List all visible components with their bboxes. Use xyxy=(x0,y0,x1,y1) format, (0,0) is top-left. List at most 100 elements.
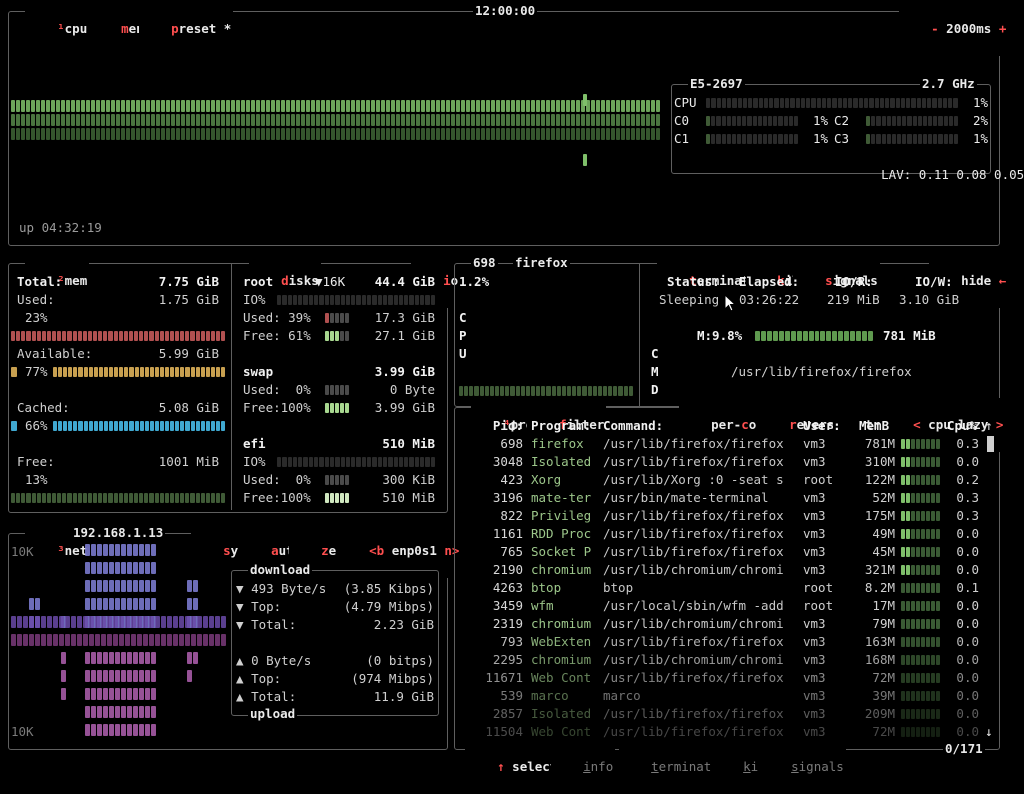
proc-detail-box: 698 firefox terminate kill signals hide … xyxy=(454,254,1009,407)
scroll-down-arrow-icon[interactable]: ↓ xyxy=(985,723,993,741)
meter-cell xyxy=(931,565,935,575)
net-graph-cell xyxy=(23,616,28,628)
table-row[interactable]: 11504 Web Cont/usr/lib/firefox/firefox vm3… xyxy=(455,723,985,741)
sort-next-button[interactable]: > xyxy=(996,417,1004,432)
net-graph-cell xyxy=(151,724,156,736)
net-graph-cell xyxy=(127,544,132,556)
table-row[interactable]: 1161 RDD Proc/usr/lib/firefox/firefox vm3 4… xyxy=(455,525,985,543)
table-row[interactable]: 2190 chromium/usr/lib/chromium/chromi vm3 3… xyxy=(455,561,985,579)
table-row[interactable]: 11671 Web Cont/usr/lib/firefox/firefox vm3… xyxy=(455,669,985,687)
cpu-graph-cell xyxy=(51,114,55,126)
meter-cell xyxy=(902,134,907,144)
cpu-graph-cell xyxy=(261,128,265,140)
table-row[interactable]: 2319 chromium/usr/lib/chromium/chromi vm3 7… xyxy=(455,615,985,633)
proc-cell-user: root xyxy=(803,472,834,487)
meter-cell xyxy=(154,367,159,377)
cpu-graph-cell xyxy=(91,128,95,140)
cpu-graph-cell xyxy=(81,128,85,140)
meter-cell xyxy=(88,367,93,377)
cpu-graph-cell xyxy=(236,114,240,126)
cpu-graph-cell xyxy=(536,128,540,140)
proc-cell-pid: 3196 xyxy=(492,490,523,505)
mem-free: 1001 MiB xyxy=(158,454,219,469)
proc-cell-command: btop xyxy=(603,580,634,595)
meter-cell xyxy=(901,637,905,647)
cpu-graph-cell xyxy=(396,128,400,140)
meter-cell xyxy=(165,421,170,431)
cpu-graph-cell xyxy=(266,100,270,112)
cpu-graph-cell xyxy=(41,128,45,140)
meter-cell xyxy=(77,493,82,503)
table-row[interactable]: 3459 wfm/usr/local/sbin/wfm -add root 17M 0.… xyxy=(455,597,985,615)
col-header-cpu[interactable]: Cpu% xyxy=(947,417,977,435)
cpu-graph-cell xyxy=(486,128,490,140)
meter-cell xyxy=(784,98,790,108)
table-row[interactable]: 539 marco marco vm3 39M 0.0 xyxy=(455,687,985,705)
proc-cell-program: marco xyxy=(531,688,569,703)
net-graph-cell xyxy=(113,616,118,628)
interval-control[interactable]: - 2000ms + xyxy=(899,2,1009,56)
cpu-graph-cell xyxy=(471,114,475,126)
table-row[interactable]: 3196 mate-ter/usr/bin/mate-terminal vm3 52M… xyxy=(455,489,985,507)
cpu-graph-cell xyxy=(281,100,285,112)
sort-prev-button[interactable]: < xyxy=(913,417,921,432)
col-header-command[interactable]: Command: xyxy=(603,417,663,435)
cpu-graph-cell xyxy=(61,114,65,126)
cpu-graph-cell xyxy=(581,114,585,126)
table-row[interactable]: 765 Socket P/usr/lib/firefox/firefox vm3 45… xyxy=(455,543,985,561)
table-row[interactable]: 423 Xorg/usr/lib/Xorg :0 -seat s root 122M 0… xyxy=(455,471,985,489)
proc-terminate-button[interactable]: terminate xyxy=(619,740,721,794)
cpu-graph-cell xyxy=(531,100,535,112)
cpu-graph-cell xyxy=(126,128,130,140)
net-graph-cell xyxy=(91,652,96,664)
table-row[interactable]: 822 Privileg/usr/lib/firefox/firefox vm3 17… xyxy=(455,507,985,525)
cpu-graph-cell xyxy=(311,128,315,140)
preset-button[interactable]: preset * xyxy=(139,2,234,56)
cpu-graph-cell xyxy=(136,114,140,126)
table-row[interactable]: 793 WebExten/usr/lib/firefox/firefox vm3 16… xyxy=(455,633,985,651)
meter-cell xyxy=(200,421,205,431)
proc-signals-button[interactable]: signals xyxy=(759,740,846,794)
meter-cell xyxy=(796,331,802,341)
meter-cell xyxy=(948,134,953,144)
prev-interface-button[interactable]: <b xyxy=(369,543,384,558)
net-graph-cell xyxy=(97,670,102,682)
table-row[interactable]: 698 firefox/usr/lib/firefox/firefox vm3 781… xyxy=(455,435,985,453)
col-header-program[interactable]: Program: xyxy=(531,417,591,435)
info-label: nfo xyxy=(590,759,614,774)
cpu-graph-cell xyxy=(256,128,260,140)
table-row[interactable]: 2857 Isolated/usr/lib/firefox/firefox vm3 2… xyxy=(455,705,985,723)
col-header-mem[interactable]: MemB xyxy=(859,417,889,435)
net-graph-cell xyxy=(151,544,156,556)
meter-cell xyxy=(52,493,57,503)
cpu-graph-cell xyxy=(251,114,255,126)
cpu-graph-cell xyxy=(591,114,595,126)
scrollbar-thumb[interactable] xyxy=(987,436,994,452)
cpu-graph-cell xyxy=(556,114,560,126)
cpu-graph-cell xyxy=(491,114,495,126)
select-up-icon[interactable]: ↑ xyxy=(497,759,505,774)
proc-info-button[interactable]: info xyxy=(551,740,616,794)
meter-cell xyxy=(921,439,925,449)
scroll-up-arrow-icon[interactable]: ↑ xyxy=(985,417,993,435)
cpu-graph-cell xyxy=(461,100,465,112)
meter-cell xyxy=(778,331,784,341)
col-header-pid[interactable]: Pid: xyxy=(475,417,523,435)
cpu-box-title[interactable]: ¹cpu xyxy=(25,2,90,56)
cpu-graph-cell xyxy=(446,128,450,140)
proc-cell-user: vm3 xyxy=(803,616,826,631)
cpu-graph-cell xyxy=(351,128,355,140)
interval-decrease-button[interactable]: - xyxy=(931,21,939,36)
net-graph-cell xyxy=(97,688,102,700)
meter-cell xyxy=(816,98,821,108)
table-row[interactable]: 2295 chromium/usr/lib/chromium/chromi vm3 1… xyxy=(455,651,985,669)
net-graph-cell xyxy=(145,580,150,592)
meter-cell xyxy=(123,493,128,503)
col-header-user[interactable]: User: xyxy=(803,417,841,435)
proc-cell-cpu: 0.1 xyxy=(956,580,979,595)
meter-cell xyxy=(760,331,766,341)
interval-increase-button[interactable]: + xyxy=(999,21,1007,36)
cpu-graph-cell xyxy=(656,128,660,140)
table-row[interactable]: 4263 btop btop root 8.2M 0.1 xyxy=(455,579,985,597)
table-row[interactable]: 3048 Isolated/usr/lib/firefox/firefox vm3 3… xyxy=(455,453,985,471)
